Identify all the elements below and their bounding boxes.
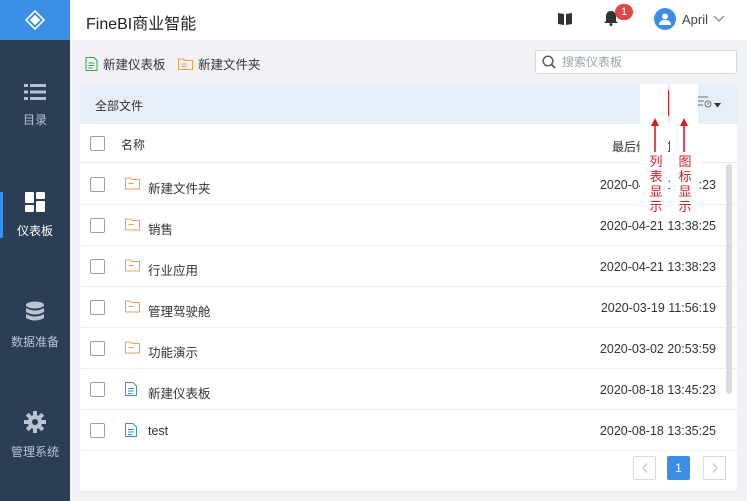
folder-icon: [125, 218, 140, 234]
row-time: 2020-04-21 13:38:23: [599, 260, 716, 274]
dashboard-icon: [25, 191, 45, 212]
chevron-right-icon: [712, 463, 718, 473]
row-name[interactable]: 新建文件夹: [148, 178, 211, 197]
list-view-annotation: 列表显示: [640, 84, 668, 220]
select-all-checkbox[interactable]: [90, 136, 105, 151]
sort-button[interactable]: [698, 96, 721, 109]
folder-icon: [125, 341, 140, 357]
row-name[interactable]: 新建仪表板: [148, 383, 211, 402]
table-row[interactable]: 行业应用 2020-04-21 13:38:23: [80, 246, 737, 287]
row-name[interactable]: 销售: [148, 219, 173, 238]
sidebar-item-label: 目录: [22, 112, 47, 127]
table-row[interactable]: 管理驾驶舱 2020-03-19 11:56:19: [80, 287, 737, 328]
folder-icon: [125, 177, 140, 193]
row-checkbox[interactable]: [90, 259, 105, 274]
user-menu[interactable]: April: [654, 8, 725, 30]
row-name[interactable]: 功能演示: [148, 342, 198, 361]
sidebar: 目录 仪表板 数据准备 管理系统: [0, 0, 70, 501]
sidebar-item-dashboard[interactable]: 仪表板: [0, 180, 70, 250]
row-time: 2020-08-18 13:35:25: [599, 424, 716, 438]
sidebar-item-admin[interactable]: 管理系统: [0, 400, 70, 470]
folder-icon: [125, 300, 140, 313]
row-time: 2020-03-02 20:53:59: [599, 342, 716, 356]
caret-down-icon: [714, 103, 721, 108]
new-dashboard-button[interactable]: 新建仪表板: [85, 54, 166, 73]
folder-icon: [125, 259, 140, 272]
arrow-up-icon: [651, 118, 659, 152]
gear-icon: [24, 410, 46, 433]
new-folder-icon: [178, 58, 193, 70]
row-checkbox[interactable]: [90, 218, 105, 233]
new-dashboard-label: 新建仪表板: [103, 58, 166, 72]
row-checkbox[interactable]: [90, 177, 105, 192]
table-row[interactable]: test 2020-08-18 13:35:25: [80, 410, 737, 451]
row-checkbox[interactable]: [90, 382, 105, 397]
folder-icon: [125, 177, 140, 190]
top-header: FineBI商业智能 1 April: [70, 0, 747, 40]
row-name[interactable]: test: [148, 424, 168, 438]
row-time: 2020-03-19 11:56:19: [600, 301, 716, 315]
dashboard-file-icon: [125, 382, 137, 399]
list-icon: [24, 83, 46, 100]
sidebar-item-label: 仪表板: [16, 223, 53, 238]
sidebar-item-label: 数据准备: [10, 334, 59, 349]
avatar: [654, 8, 676, 30]
app-title: FineBI商业智能: [86, 16, 197, 33]
chevron-left-icon: [641, 463, 647, 473]
arrow-up-icon: [680, 118, 688, 152]
row-name[interactable]: 管理驾驶舱: [148, 301, 211, 320]
new-folder-label: 新建文件夹: [198, 58, 261, 72]
row-checkbox[interactable]: [90, 300, 105, 315]
search-box[interactable]: [535, 50, 737, 74]
sort-icon: [698, 96, 712, 108]
panel-header: 全部文件: [80, 84, 737, 124]
user-icon: [659, 13, 671, 25]
table-header: 名称 最后修改时间: [80, 124, 737, 163]
row-name[interactable]: 行业应用: [148, 260, 198, 279]
table-row[interactable]: 新建仪表板 2020-08-18 13:45:23: [80, 369, 737, 410]
icon-view-annotation: 图标显示: [670, 84, 698, 220]
prev-page-button[interactable]: [633, 456, 656, 480]
finebi-logo[interactable]: [0, 0, 70, 40]
file-panel: 全部文件 名称 最: [80, 84, 737, 490]
folder-icon: [125, 341, 140, 354]
folder-icon: [125, 218, 140, 231]
row-time: 2020-08-18 13:45:23: [599, 383, 716, 397]
user-name: April: [682, 11, 709, 27]
folder-icon: [125, 259, 140, 275]
row-time: 2020-04-21 13:38:25: [599, 219, 716, 233]
table-row[interactable]: 销售 2020-04-21 13:38:25: [80, 205, 737, 246]
dashboard-file-icon: [125, 423, 137, 440]
sidebar-item-data-prep[interactable]: 数据准备: [0, 290, 70, 360]
column-name-header[interactable]: 名称: [121, 136, 145, 153]
table-row[interactable]: 新建文件夹2020-04-21 13:38:23: [80, 164, 737, 205]
chevron-down-icon: [714, 16, 725, 22]
next-page-button[interactable]: [703, 456, 726, 480]
table-row[interactable]: 功能演示 2020-03-02 20:53:59: [80, 328, 737, 369]
folder-icon: [125, 300, 140, 316]
panel-title: 全部文件: [95, 99, 144, 113]
list-view-annotation-text: 列表显示: [649, 154, 663, 214]
notification-badge: 1: [615, 4, 633, 20]
new-dashboard-icon: [85, 56, 98, 71]
database-icon: [26, 301, 44, 320]
logo-icon: [24, 9, 46, 31]
book-icon[interactable]: [558, 12, 572, 25]
sidebar-item-catalog[interactable]: 目录: [0, 70, 70, 140]
search-icon: [542, 55, 556, 69]
icon-view-annotation-text: 图标显示: [678, 154, 692, 214]
sidebar-item-label: 管理系统: [10, 444, 59, 459]
page-button-current[interactable]: 1: [667, 456, 690, 480]
scrollbar[interactable]: [726, 164, 732, 394]
dashboard-file-icon: [125, 423, 137, 437]
search-input[interactable]: [562, 55, 732, 69]
new-folder-button[interactable]: 新建文件夹: [178, 54, 261, 73]
row-checkbox[interactable]: [90, 341, 105, 356]
row-checkbox[interactable]: [90, 423, 105, 438]
dashboard-file-icon: [125, 382, 137, 396]
